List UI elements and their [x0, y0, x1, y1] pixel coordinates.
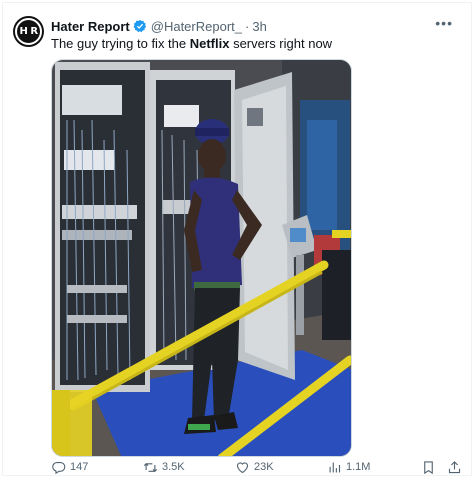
views-count: 1.1M [346, 461, 371, 473]
retweet-icon [143, 462, 158, 472]
tweet-text-bold: Netflix [189, 36, 230, 51]
like-button[interactable]: 23K [235, 460, 274, 475]
tweet-header: Hater Report @HaterReport_ · 3h [51, 17, 267, 35]
verified-badge-icon[interactable] [133, 19, 147, 33]
avatar-text: H R [19, 26, 38, 37]
retweet-button[interactable]: 3.5K [143, 460, 185, 475]
bookmark-button[interactable] [421, 460, 436, 475]
more-options-icon[interactable]: ••• [435, 15, 453, 31]
author-handle[interactable]: @HaterReport_ [151, 19, 242, 34]
tweet-text-end: servers right now [229, 36, 333, 51]
post-time[interactable]: 3h [252, 19, 266, 34]
avatar-logo: H R [15, 18, 42, 45]
bookmark-icon [424, 460, 433, 474]
tweet-text-start: The guy trying to fix the [51, 36, 190, 51]
avatar[interactable]: H R [13, 16, 44, 47]
server-room-photo [52, 60, 351, 456]
reply-button[interactable]: 147 [51, 460, 88, 475]
retweet-count: 3.5K [162, 461, 185, 473]
share-button[interactable] [447, 460, 462, 475]
reply-icon [52, 461, 66, 474]
author-name[interactable]: Hater Report [51, 19, 130, 34]
tweet-photo[interactable] [51, 59, 352, 457]
reply-count: 147 [70, 461, 89, 473]
share-icon [448, 460, 461, 473]
tweet-text: The guy trying to fix the Netflix server… [51, 35, 332, 52]
views-chart-icon [329, 462, 341, 472]
like-count: 23K [254, 461, 274, 473]
views-button[interactable]: 1.1M [327, 460, 370, 475]
separator-dot: · [245, 18, 250, 34]
tweet-card[interactable]: H R Hater Report @HaterReport_ · 3h ••• … [2, 2, 472, 476]
heart-icon [236, 461, 249, 473]
